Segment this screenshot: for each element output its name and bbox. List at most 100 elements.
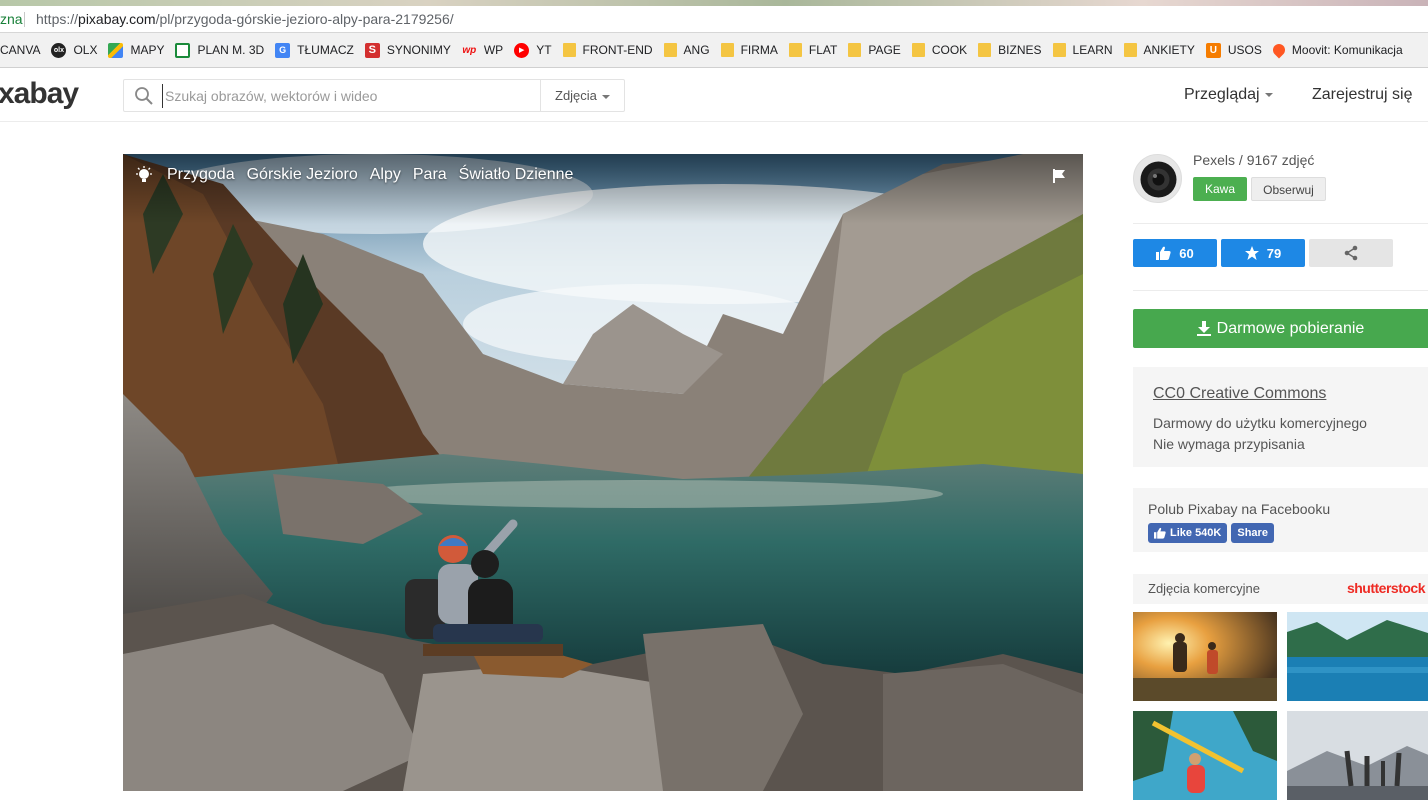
favorite-button[interactable]: 79 bbox=[1221, 239, 1305, 267]
thumbs-up-icon bbox=[1156, 246, 1171, 260]
share-icon bbox=[1344, 245, 1358, 261]
plan-icon bbox=[175, 42, 191, 58]
moovit-icon bbox=[1270, 41, 1288, 59]
share-button[interactable] bbox=[1309, 239, 1393, 267]
bookmark-olx[interactable]: olx OLX bbox=[51, 38, 97, 62]
folder-icon bbox=[720, 43, 734, 57]
divider bbox=[1133, 290, 1428, 291]
thumbnail[interactable] bbox=[1287, 612, 1428, 701]
olx-icon: olx bbox=[51, 42, 67, 58]
flag-icon[interactable] bbox=[1051, 168, 1067, 184]
bookmark-label: FRONT-END bbox=[582, 43, 653, 57]
bookmark-yt[interactable]: ▶ YT bbox=[514, 38, 552, 62]
bookmark-biznes[interactable]: BIZNES bbox=[978, 38, 1042, 62]
shutterstock-logo[interactable]: shutterstock bbox=[1347, 580, 1426, 596]
bookmark-flat[interactable]: FLAT bbox=[788, 38, 837, 62]
search-box: Zdjęcia bbox=[123, 79, 625, 112]
bookmark-label: TŁUMACZ bbox=[297, 43, 354, 57]
browse-label: Przeglądaj bbox=[1184, 86, 1260, 103]
main-photo[interactable]: Przygoda Górskie Jezioro Alpy Para Świat… bbox=[123, 154, 1083, 791]
media-type-select[interactable]: Zdjęcia bbox=[540, 80, 625, 111]
bookmark-front-end[interactable]: FRONT-END bbox=[562, 38, 653, 62]
bookmark-label: FIRMA bbox=[740, 43, 778, 57]
bookmark-label: ANKIETY bbox=[1143, 43, 1195, 57]
folder-icon bbox=[911, 43, 925, 57]
bookmark-synonimy[interactable]: S SYNONIMY bbox=[364, 38, 451, 62]
favorite-count: 79 bbox=[1266, 245, 1282, 261]
license-box: CC0 Creative Commons Darmowy do użytku k… bbox=[1133, 367, 1428, 467]
bookmark-label: SYNONIMY bbox=[386, 43, 451, 57]
url-path: /pl/przygoda-górskie-jezioro-alpy-para-2… bbox=[155, 11, 454, 27]
kayak-image bbox=[1133, 711, 1277, 800]
license-link[interactable]: CC0 Creative Commons bbox=[1153, 385, 1413, 403]
maps-icon bbox=[108, 42, 124, 58]
bookmark-cook[interactable]: COOK bbox=[911, 38, 967, 62]
tag-link[interactable]: Górskie Jezioro bbox=[247, 166, 358, 184]
tag-link[interactable]: Światło Dzienne bbox=[459, 166, 574, 184]
bookmark-learn[interactable]: LEARN bbox=[1052, 38, 1113, 62]
site-header: xabay Zdjęcia Przeglądaj Zarejestruj się bbox=[0, 69, 1428, 122]
pixabay-logo[interactable]: xabay bbox=[0, 77, 79, 111]
url-text[interactable]: https://pixabay.com/pl/przygoda-górskie-… bbox=[36, 6, 454, 33]
search-icon[interactable] bbox=[134, 86, 154, 106]
blue-lake-image bbox=[1287, 612, 1428, 701]
facebook-like-button[interactable]: Like 540K bbox=[1148, 523, 1228, 543]
register-link[interactable]: Zarejestruj się bbox=[1312, 86, 1412, 104]
address-bar[interactable]: zna https://pixabay.com/pl/przygoda-górs… bbox=[0, 6, 1428, 33]
bookmark-mapy[interactable]: MAPY bbox=[108, 38, 164, 62]
download-icon bbox=[1196, 321, 1211, 336]
license-line: Nie wymaga przypisania bbox=[1153, 436, 1305, 452]
hikers-sunset-image bbox=[1133, 612, 1277, 701]
bookmark-label: MAPY bbox=[130, 43, 165, 57]
facebook-share-button[interactable]: Share bbox=[1231, 523, 1274, 543]
thumbnail[interactable] bbox=[1287, 711, 1428, 800]
usos-icon: U bbox=[1205, 42, 1221, 58]
license-line: Darmowy do użytku komercyjnego bbox=[1153, 415, 1367, 431]
bookmark-firma[interactable]: FIRMA bbox=[720, 38, 778, 62]
bookmark-page[interactable]: PAGE bbox=[848, 38, 901, 62]
youtube-icon: ▶ bbox=[514, 42, 530, 58]
address-separator bbox=[24, 12, 25, 27]
media-type-label: Zdjęcia bbox=[555, 88, 597, 103]
bookmark-label: Moovit: Komunikacja bbox=[1291, 43, 1403, 57]
thumbs-up-icon bbox=[1154, 527, 1166, 539]
follow-button[interactable]: Obserwuj bbox=[1251, 177, 1326, 201]
browse-menu[interactable]: Przeglądaj bbox=[1184, 86, 1273, 104]
url-host: pixabay.com bbox=[78, 11, 156, 27]
bookmark-moovit[interactable]: Moovit: Komunikacja bbox=[1270, 38, 1403, 62]
bookmark-ankiety[interactable]: ANKIETY bbox=[1123, 38, 1195, 62]
bookmark-wp[interactable]: wp WP bbox=[462, 38, 503, 62]
avatar[interactable] bbox=[1133, 154, 1182, 203]
tag-link[interactable]: Alpy bbox=[370, 166, 401, 184]
author-name[interactable]: Pexels / 9167 zdjęć bbox=[1193, 152, 1314, 168]
tag-link[interactable]: Para bbox=[413, 166, 447, 184]
action-buttons: 60 79 bbox=[1133, 239, 1428, 267]
facebook-like-label: Like 540K bbox=[1170, 527, 1222, 539]
download-label: Darmowe pobieranie bbox=[1216, 319, 1365, 337]
tag-link[interactable]: Przygoda bbox=[167, 166, 235, 184]
download-button[interactable]: Darmowe pobieranie bbox=[1133, 309, 1428, 348]
synonyms-icon: S bbox=[364, 42, 380, 58]
folder-icon bbox=[788, 43, 802, 57]
bookmark-label: OLX bbox=[73, 43, 98, 57]
bookmark-label: CANVA bbox=[0, 43, 41, 57]
like-button[interactable]: 60 bbox=[1133, 239, 1217, 267]
bookmark-label: YT bbox=[536, 43, 552, 57]
facebook-box: Polub Pixabay na Facebooku Like 540K Sha… bbox=[1133, 488, 1428, 552]
bookmark-label: PLAN M. 3D bbox=[197, 43, 265, 57]
bookmark-label: LEARN bbox=[1072, 43, 1113, 57]
lightbulb-icon bbox=[136, 166, 152, 182]
bookmark-tlumacz[interactable]: G TŁUMACZ bbox=[275, 38, 354, 62]
coffee-button[interactable]: Kawa bbox=[1193, 177, 1247, 201]
bookmark-label: BIZNES bbox=[998, 43, 1042, 57]
thumbnail[interactable] bbox=[1133, 711, 1277, 800]
bookmark-canva[interactable]: CANVA bbox=[0, 38, 40, 62]
bookmark-label: PAGE bbox=[868, 43, 901, 57]
thumbnail[interactable] bbox=[1133, 612, 1277, 701]
bookmark-usos[interactable]: U USOS bbox=[1205, 38, 1262, 62]
search-input[interactable] bbox=[162, 84, 532, 108]
bookmark-ang[interactable]: ANG bbox=[663, 38, 710, 62]
url-scheme: https:// bbox=[36, 11, 79, 27]
mountain-lake-image bbox=[123, 154, 1083, 791]
bookmark-plan[interactable]: PLAN M. 3D bbox=[175, 38, 264, 62]
